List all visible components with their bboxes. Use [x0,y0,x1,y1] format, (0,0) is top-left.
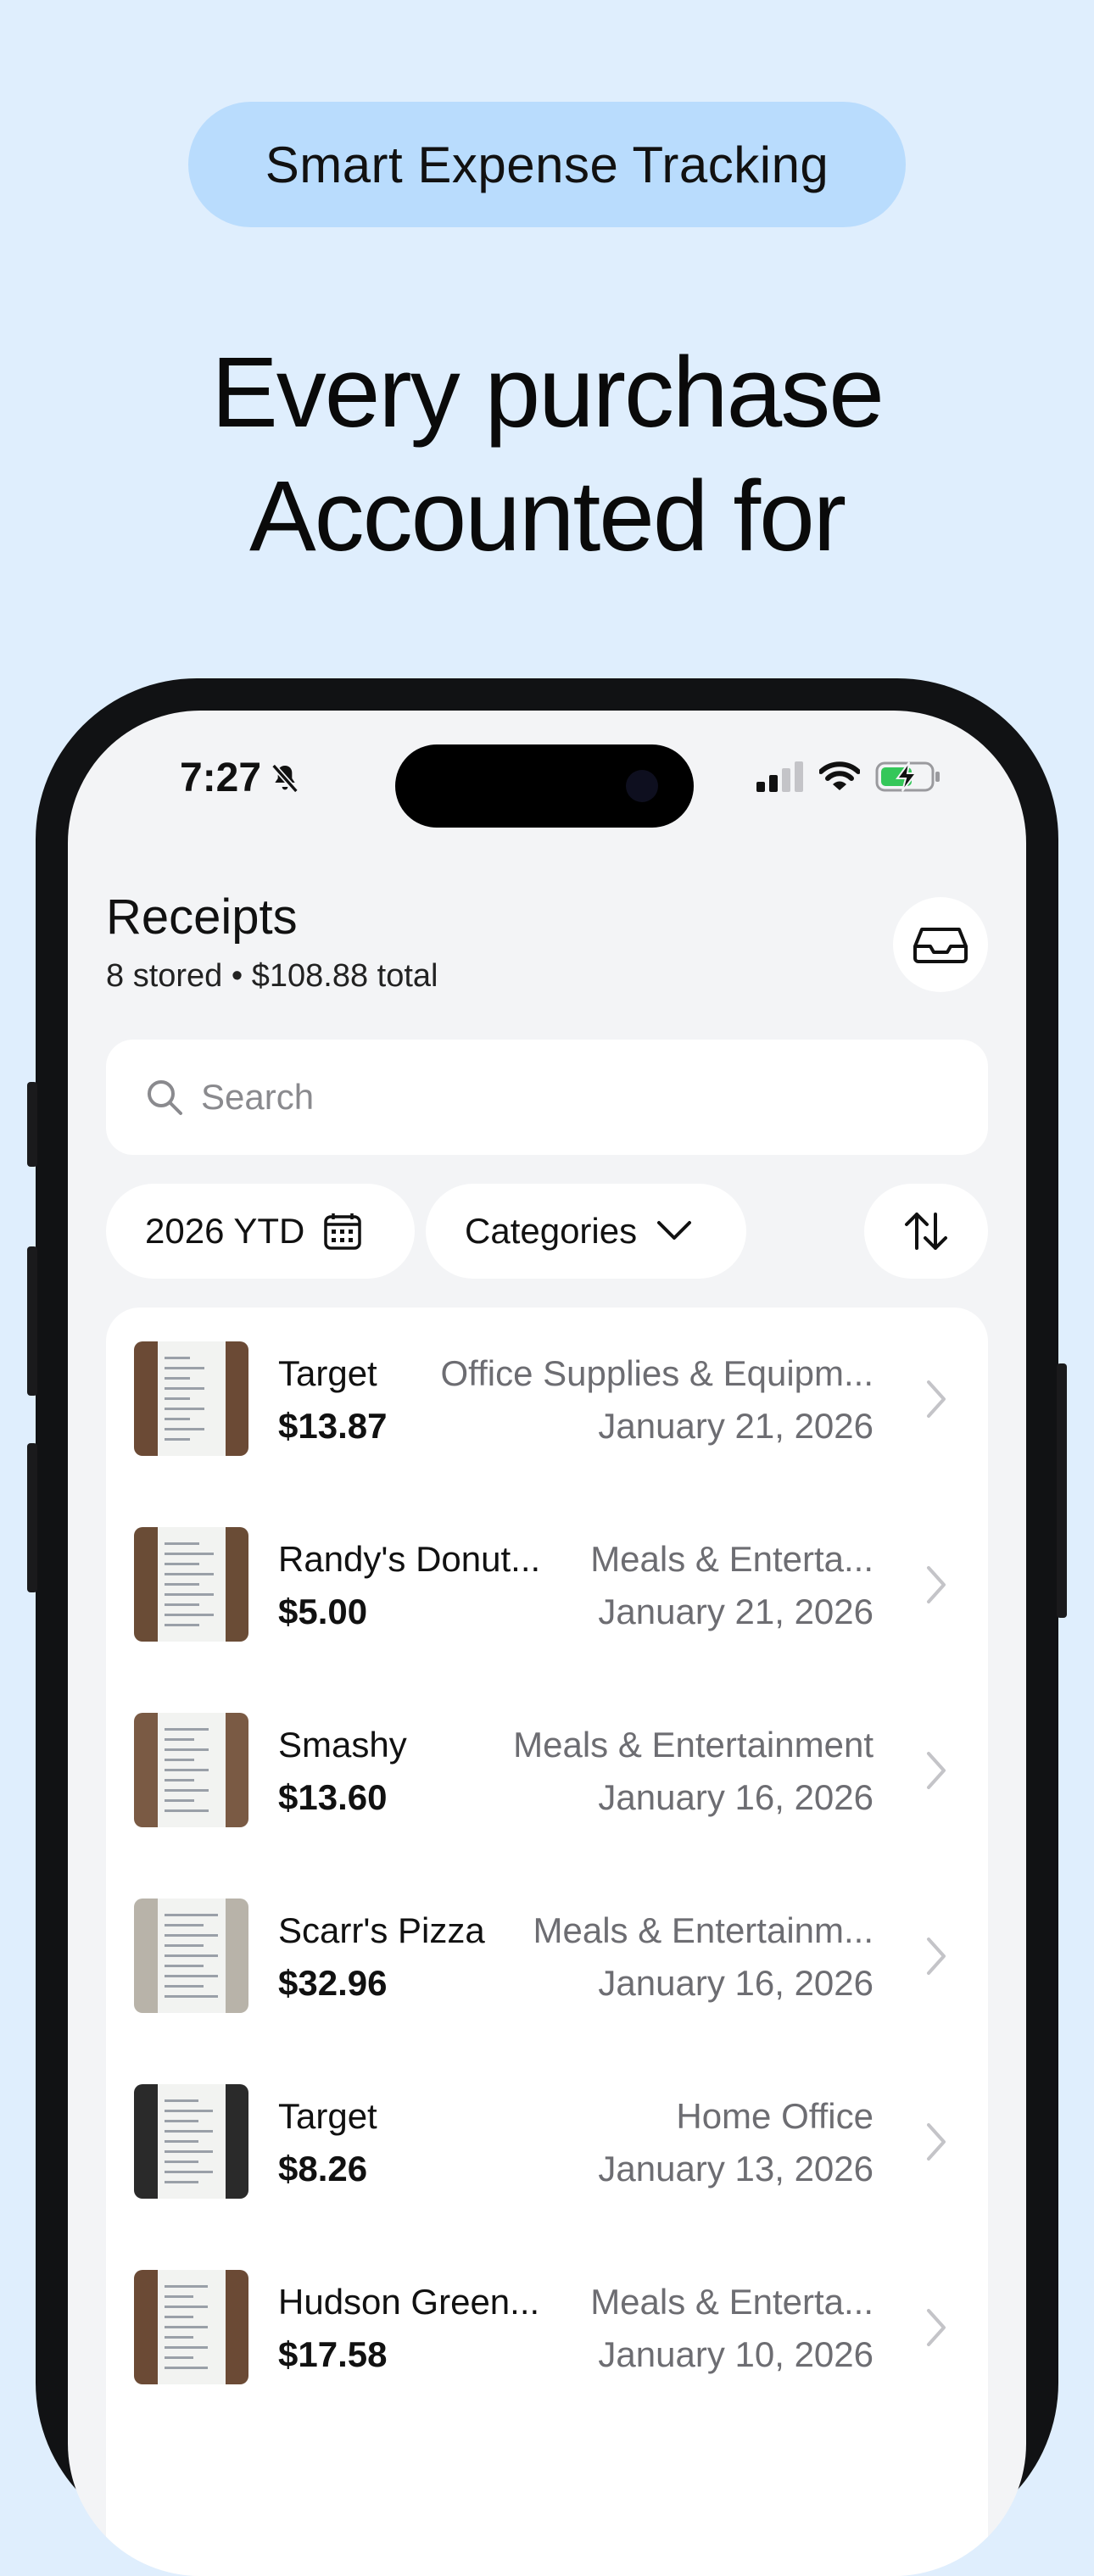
receipt-paper [158,1713,226,1827]
chevron-right-icon [927,1566,946,1603]
page-title: Receipts [106,889,298,945]
receipt-amount: $13.60 [278,1777,388,1817]
categories-filter-button[interactable]: Categories [426,1184,746,1279]
receipt-date: January 16, 2026 [598,1963,874,2003]
chevron-down-icon [657,1221,692,1240]
receipt-paper [158,1899,226,2013]
phone-side-button [1057,1363,1067,1618]
receipt-date: January 13, 2026 [598,2149,874,2188]
calendar-icon [324,1213,362,1250]
search-icon [148,1080,182,1115]
receipt-thumbnail [134,2270,248,2384]
receipt-merchant: Smashy [278,1725,407,1765]
chevron-right-icon [927,1938,946,1975]
phone-volume-down-button [27,1443,37,1592]
receipt-row[interactable]: Smashy $13.60 Meals & Entertainment January… [106,1679,988,1865]
receipt-category: Meals & Entertainment [513,1725,874,1765]
feature-badge-label: Smart Expense Tracking [265,136,829,193]
receipt-amount: $5.00 [278,1592,368,1631]
bell-slash-icon [271,763,299,793]
receipt-thumbnail [134,1527,248,1642]
app-screen: 7:27 Receipts 8 stored • $108.88 total S… [68,711,1026,2576]
receipt-amount: $13.87 [278,1406,388,1446]
front-camera [626,770,658,802]
receipt-merchant: Hudson Green... [278,2282,540,2322]
marketing-headline: Every purchase Accounted for [0,331,1094,578]
receipt-date: January 16, 2026 [598,1777,874,1817]
receipt-paper [158,1341,226,1456]
receipt-thumbnail [134,1899,248,2013]
wifi-icon [819,761,860,790]
chevron-right-icon [927,2123,946,2161]
receipt-paper [158,1527,226,1642]
receipt-category: Meals & Enterta... [590,2282,874,2322]
phone-action-button [27,1082,37,1167]
chevron-right-icon [927,1380,946,1418]
sort-button[interactable] [864,1184,988,1279]
receipt-date: January 21, 2026 [598,1592,874,1631]
receipt-merchant: Randy's Donut... [278,1539,541,1579]
year-filter-label: 2026 YTD [145,1211,305,1251]
receipt-merchant: Scarr's Pizza [278,1910,485,1950]
receipt-category: Meals & Enterta... [590,1539,874,1579]
receipt-merchant: Target [278,1353,377,1393]
phone-volume-up-button [27,1246,37,1396]
search-input[interactable]: Search [106,1040,988,1155]
inbox-button[interactable] [893,897,988,992]
status-bar-indicators [756,760,941,794]
receipt-amount: $32.96 [278,1963,388,2003]
receipt-row[interactable]: Randy's Donut... $5.00 Meals & Enterta... J… [106,1493,988,1679]
receipt-row[interactable]: Hudson Green... $17.58 Meals & Enterta... J… [106,2236,988,2422]
receipt-thumbnail [134,1341,248,1456]
receipt-date: January 21, 2026 [598,1406,874,1446]
receipt-row[interactable]: Scarr's Pizza $32.96 Meals & Entertainm...… [106,1865,988,2050]
receipt-amount: $17.58 [278,2334,388,2374]
receipt-thumbnail [134,1713,248,1827]
chevron-right-icon [927,2309,946,2346]
receipt-category: Office Supplies & Equipm... [440,1353,874,1393]
search-placeholder: Search [201,1077,315,1117]
receipt-paper [158,2270,226,2384]
headline-line-1: Every purchase [211,337,885,449]
receipt-date: January 10, 2026 [598,2334,874,2374]
cellular-signal-icon [756,761,803,792]
receipts-list: Target $13.87 Office Supplies & Equipm... J… [106,1308,988,2576]
receipt-row[interactable]: Target $13.87 Office Supplies & Equipm... J… [106,1308,988,1493]
categories-filter-label: Categories [465,1211,638,1251]
battery-charging-icon [875,761,940,792]
receipt-category: Meals & Entertainm... [533,1910,874,1950]
year-filter-button[interactable]: 2026 YTD [106,1184,415,1279]
inbox-tray-icon [913,928,968,963]
receipt-paper [158,2084,226,2199]
receipt-row[interactable]: Target $8.26 Home Office January 13, 2026 [106,2050,988,2236]
chevron-right-icon [927,1752,946,1789]
receipt-amount: $8.26 [278,2149,368,2188]
sort-arrows-icon [905,1213,947,1250]
feature-badge: Smart Expense Tracking [188,102,906,227]
status-bar-time: 7:27 [180,755,302,801]
receipt-merchant: Target [278,2096,377,2136]
status-time-text: 7:27 [180,756,262,800]
dynamic-island [395,744,694,828]
receipt-category: Home Office [676,2096,874,2136]
headline-line-2: Accounted for [248,460,846,572]
receipt-thumbnail [134,2084,248,2199]
receipts-summary: 8 stored • $108.88 total [106,958,438,994]
